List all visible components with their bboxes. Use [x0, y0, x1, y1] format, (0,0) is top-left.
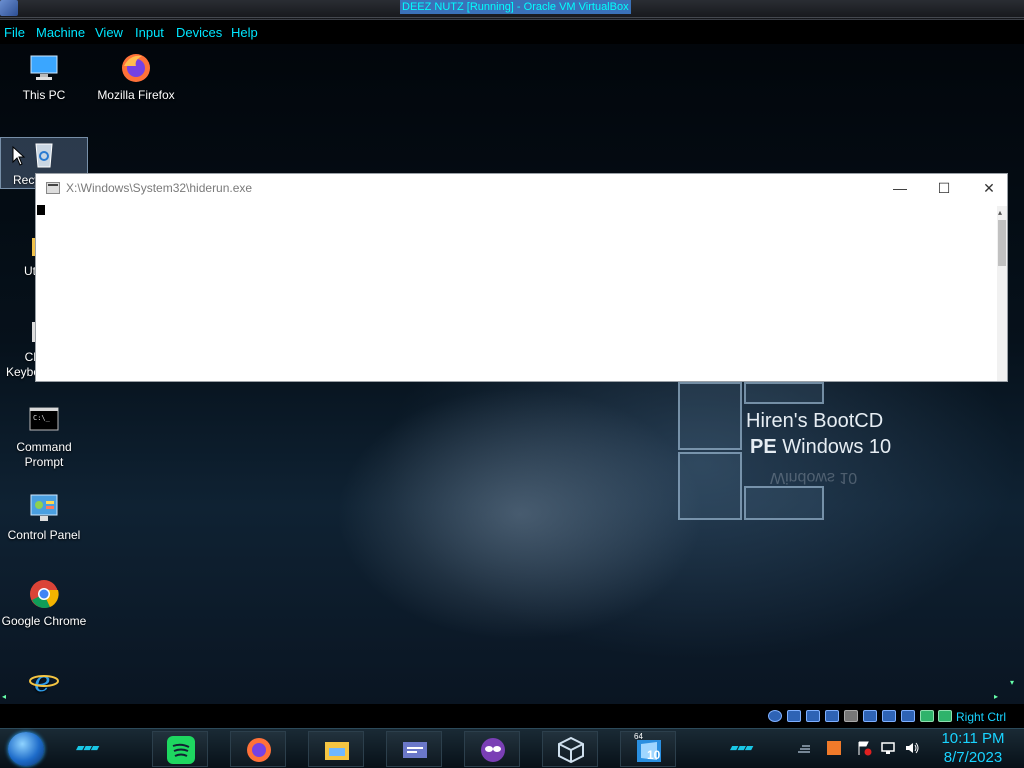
system-clock[interactable]: 10:11 PM 8/7/2023: [930, 729, 1016, 767]
taskbar-spotify[interactable]: [152, 731, 208, 767]
console-app-icon: [46, 182, 60, 194]
wallpaper-subtitle-bold: PE: [750, 436, 777, 458]
text-cursor: [37, 205, 45, 215]
windows-logo-pane: [678, 382, 742, 450]
windows-logo-pane: [744, 486, 824, 520]
wallpaper-reflection: Windows 10: [770, 469, 858, 486]
console-window[interactable]: X:\Windows\System32\hiderun.exe — ☐ ✕ ▴: [36, 174, 1007, 381]
audio-icon[interactable]: [787, 710, 801, 722]
tray-app-icon[interactable]: [826, 740, 842, 756]
optical-drive-icon[interactable]: [768, 710, 782, 722]
menu-devices[interactable]: Devices: [176, 25, 222, 40]
vbox-status-bar: Right Ctrl: [0, 704, 1024, 728]
spotify-icon: [167, 736, 195, 764]
wallpaper-logo: Hiren's BootCD PE Windows 10 Windows 10: [660, 374, 900, 524]
virtualbox-app-icon: [0, 0, 18, 16]
taskbar-virtualbox[interactable]: [542, 731, 598, 767]
host-window-title: DEEZ NUTZ [Running] - Oracle VM VirtualB…: [400, 0, 631, 14]
desktop-icon-label: Ch Keybo: [5, 350, 40, 379]
desktop-icon-control-panel[interactable]: Control Panel: [0, 492, 88, 543]
desktop-icon-chrome[interactable]: Google Chrome: [0, 578, 88, 629]
host-menubar: File Machine View Input Devices Help: [0, 20, 1024, 44]
taskbar-decoration: ▰▰▰: [76, 742, 99, 754]
network-tray-icon[interactable]: [880, 740, 896, 756]
menu-view[interactable]: View: [95, 25, 123, 40]
desktop-icon-label: Control Panel: [7, 528, 81, 542]
wallpaper-title: Hiren's BootCD: [746, 410, 884, 432]
svg-text:e: e: [34, 665, 51, 696]
titlebar-divider: [0, 17, 1024, 18]
maximize-button[interactable]: ☐: [922, 176, 966, 200]
this-pc-icon: [30, 55, 58, 80]
mouse-integration-icon[interactable]: [920, 710, 934, 722]
wallpaper-subtitle: PE Windows 10: [750, 436, 891, 459]
masked-app-icon: [481, 738, 505, 762]
firefox-icon: [247, 738, 271, 762]
desktop-icon-label: This PC: [22, 88, 66, 102]
shared-folders-icon[interactable]: [844, 710, 858, 722]
console-scrollbar[interactable]: ▴: [997, 206, 1007, 381]
clock-time: 10:11 PM: [941, 730, 1005, 747]
console-title: X:\Windows\System32\hiderun.exe: [66, 181, 253, 195]
taskbar-window-app[interactable]: [386, 731, 442, 767]
network-icon[interactable]: [806, 710, 820, 722]
taskbar-windows10[interactable]: 64 10: [620, 731, 676, 767]
desktop-icon-label: Google Chrome: [1, 614, 87, 628]
internet-explorer-icon: e: [29, 665, 59, 696]
windows-logo-pane: [678, 452, 742, 520]
desktop-icon-firefox[interactable]: Mozilla Firefox: [92, 52, 180, 103]
guest-taskbar: ▰▰▰ 64 10 ▰▰▰ 10:11 PM 8/7/2023: [0, 728, 1024, 768]
recording-icon[interactable]: [882, 710, 896, 722]
control-panel-icon: [30, 494, 58, 521]
desktop-icon-this-pc[interactable]: This PC: [0, 52, 88, 103]
start-button[interactable]: [8, 732, 44, 766]
taskbar-firefox[interactable]: [230, 731, 286, 767]
close-button[interactable]: ✕: [967, 176, 1011, 200]
taskbar-decoration: ▰▰▰: [730, 742, 753, 754]
wallpaper-subtitle-rest: Windows 10: [776, 436, 892, 458]
menu-help[interactable]: Help: [231, 25, 258, 40]
mouse-pointer-icon: [12, 146, 26, 166]
desktop-icon-label: Ut: [24, 264, 36, 278]
host-titlebar: DEEZ NUTZ [Running] - Oracle VM VirtualB…: [0, 0, 1024, 20]
scrollbar-thumb[interactable]: [998, 220, 1006, 266]
host-key-icon[interactable]: [938, 710, 952, 722]
taskbar-masked-app[interactable]: [464, 731, 520, 767]
desktop-icon-command-prompt[interactable]: C:\_ Command Prompt: [0, 404, 88, 470]
command-prompt-icon: C:\_: [29, 407, 59, 431]
firefox-icon: [122, 54, 150, 82]
desktop-icon-internet-explorer[interactable]: e: [0, 664, 88, 700]
scroll-down-arrow[interactable]: ▾: [1010, 678, 1014, 687]
windows-badge-64: 64: [634, 732, 643, 741]
usb-icon[interactable]: [825, 710, 839, 722]
taskbar-file-explorer[interactable]: [308, 731, 364, 767]
tray-lines-icon[interactable]: [796, 740, 812, 756]
action-center-flag-icon[interactable]: [856, 740, 872, 756]
windows-badge-10: 10: [647, 748, 661, 762]
scroll-left-arrow[interactable]: ◂: [2, 692, 6, 701]
svg-text:C:\_: C:\_: [33, 414, 51, 422]
file-explorer-icon: [325, 742, 349, 760]
menu-input[interactable]: Input: [135, 25, 164, 40]
volume-icon[interactable]: [904, 740, 920, 756]
minimize-button[interactable]: —: [878, 176, 922, 200]
scroll-up-arrow[interactable]: ▴: [998, 208, 1002, 217]
scroll-right-arrow[interactable]: ▸: [994, 692, 998, 701]
clock-date: 8/7/2023: [943, 749, 1003, 766]
windows-logo-pane: [744, 382, 824, 404]
menu-machine[interactable]: Machine: [36, 25, 85, 40]
virtualbox-cube-icon: [558, 736, 584, 764]
desktop-icon-label: Mozilla Firefox: [97, 88, 175, 102]
chrome-icon: [30, 580, 59, 609]
menu-file[interactable]: File: [4, 25, 25, 40]
recycle-bin-icon: [35, 143, 53, 168]
display-icon[interactable]: [863, 710, 877, 722]
desktop-icon-label: Command Prompt: [16, 440, 72, 469]
host-key-label: Right Ctrl: [956, 710, 1007, 724]
console-titlebar[interactable]: X:\Windows\System32\hiderun.exe — ☐ ✕: [36, 174, 1007, 202]
window-app-icon: [403, 742, 427, 758]
virtualization-icon[interactable]: [901, 710, 915, 722]
